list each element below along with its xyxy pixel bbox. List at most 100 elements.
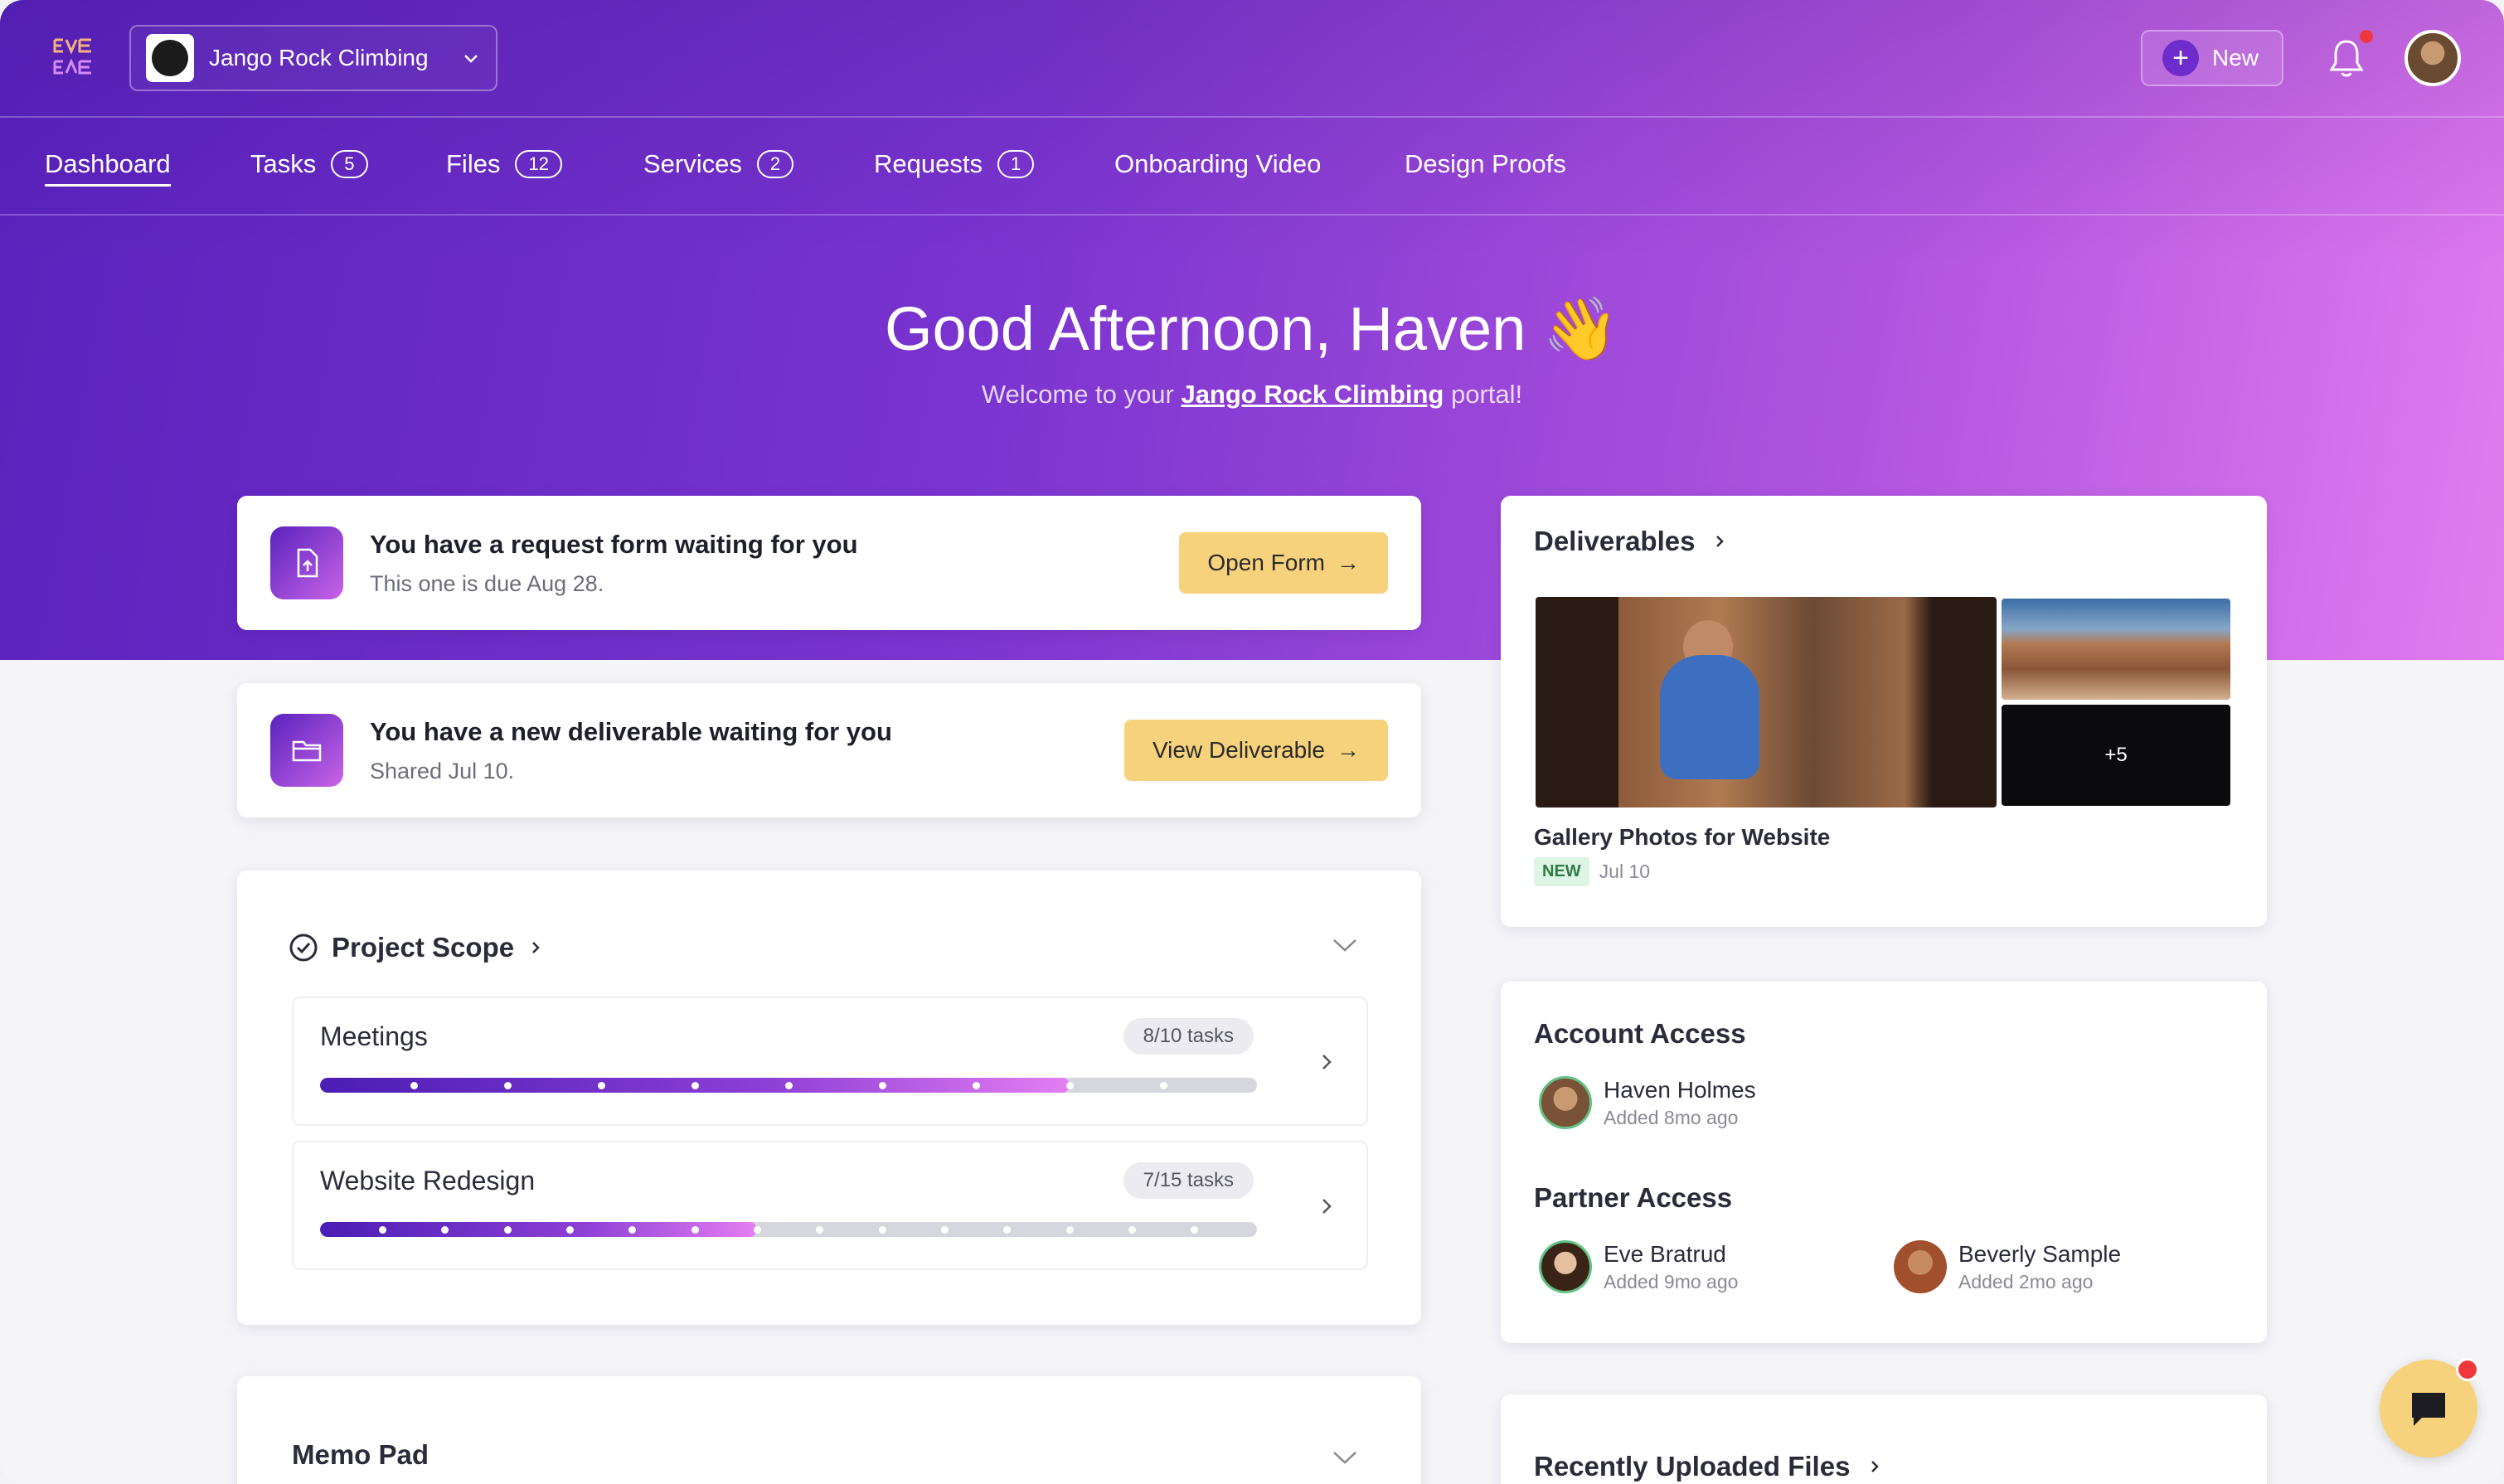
deliverables-header[interactable]: Deliverables <box>1534 526 1728 557</box>
section-title: Partner Access <box>1534 1182 1733 1213</box>
open-form-button[interactable]: Open Form → <box>1179 532 1388 594</box>
chevron-down-icon <box>464 55 478 63</box>
scope-name: Meetings <box>320 1021 428 1051</box>
client-switcher[interactable]: Jango Rock Climbing <box>129 25 497 91</box>
project-scope-header[interactable]: Project Scope <box>289 932 544 963</box>
welcome-text: Welcome to your Jango Rock Climbing port… <box>0 380 2504 410</box>
tab-label: Onboarding Video <box>1114 149 1322 178</box>
partner-user[interactable]: Beverly Sample Added 2mo ago <box>1894 1240 2121 1293</box>
folder-icon <box>270 714 343 787</box>
progress-step-dot <box>597 1082 605 1089</box>
section-title: Account Access <box>1534 1018 1746 1049</box>
section-title: Recently Uploaded Files <box>1534 1451 1851 1482</box>
progress-step-dot <box>878 1082 886 1089</box>
new-button-label: New <box>2212 45 2259 70</box>
new-button[interactable]: + New <box>2141 30 2283 86</box>
tab-label: Design Proofs <box>1405 149 1566 178</box>
progress-track <box>320 1222 1257 1237</box>
bell-icon[interactable] <box>2327 36 2366 80</box>
workspace-logo-icon[interactable] <box>50 33 96 80</box>
scope-row-meetings[interactable]: Meetings 8/10 tasks <box>292 997 1368 1126</box>
progress-step-dot <box>378 1226 386 1234</box>
project-scope-card: Project Scope Meetings 8/10 tasks Websit… <box>237 871 1421 1325</box>
user-name: Haven Holmes <box>1604 1076 1756 1103</box>
progress-step-dot <box>410 1082 418 1089</box>
user-avatar[interactable] <box>2405 30 2461 86</box>
access-card: Account Access Haven Holmes Added 8mo ag… <box>1501 982 2267 1343</box>
user-added: Added 9mo ago <box>1604 1270 1739 1292</box>
deliverable-title[interactable]: Gallery Photos for Website <box>1534 824 1830 851</box>
notice-subtitle: Shared Jul 10. <box>370 758 515 783</box>
progress-step-dot <box>1065 1082 1074 1089</box>
check-circle-icon <box>289 934 318 962</box>
request-form-notice: You have a request form waiting for you … <box>237 496 1421 630</box>
top-bar: Jango Rock Climbing + New <box>0 0 2504 118</box>
account-user[interactable]: Haven Holmes Added 8mo ago <box>1539 1076 1756 1129</box>
section-title: Project Scope <box>332 932 515 963</box>
notification-dot <box>2360 30 2373 43</box>
tab-onboarding-video[interactable]: Onboarding Video <box>1114 149 1321 179</box>
progress-step-dot <box>972 1082 980 1089</box>
notice-subtitle: This one is due Aug 28. <box>370 570 604 596</box>
progress-step-dot <box>940 1226 949 1234</box>
progress-step-dot <box>753 1226 761 1234</box>
user-added: Added 8mo ago <box>1604 1106 1739 1128</box>
progress-step-dot <box>1159 1082 1167 1089</box>
chevron-right-icon <box>1716 536 1725 547</box>
tab-services[interactable]: Services 2 <box>643 149 794 179</box>
recent-files-header[interactable]: Recently Uploaded Files <box>1534 1451 1883 1482</box>
notice-title: You have a new deliverable waiting for y… <box>370 716 892 746</box>
memo-pad-card: Memo Pad <box>237 1376 1421 1484</box>
welcome-suffix: portal! <box>1451 380 1523 409</box>
tab-requests[interactable]: Requests 1 <box>874 149 1035 179</box>
progress-step-dot <box>691 1226 699 1234</box>
collapse-chevron-icon[interactable] <box>1332 937 1358 953</box>
tab-label: Requests <box>874 149 983 178</box>
avatar <box>1894 1240 1947 1293</box>
user-name: Beverly Sample <box>1958 1240 2122 1267</box>
tab-design-proofs[interactable]: Design Proofs <box>1405 149 1566 179</box>
client-logo <box>146 34 194 82</box>
arrow-right-icon: → <box>1337 737 1360 763</box>
chat-bubble-icon <box>2412 1393 2445 1426</box>
chat-notification-dot <box>2456 1358 2479 1381</box>
tab-tasks[interactable]: Tasks 5 <box>250 149 368 179</box>
count-badge: 12 <box>515 150 562 178</box>
progress-step-dot <box>878 1226 886 1234</box>
scope-row-website-redesign[interactable]: Website Redesign 7/15 tasks <box>292 1141 1368 1270</box>
section-title: Memo Pad <box>292 1439 429 1470</box>
progress-step-dot <box>503 1226 512 1234</box>
avatar <box>1539 1240 1592 1293</box>
gallery-thumbnail[interactable] <box>2002 599 2230 700</box>
client-name: Jango Rock Climbing <box>209 45 429 70</box>
progress-step-dot <box>784 1082 793 1089</box>
deliverable-date: Jul 10 <box>1599 861 1651 882</box>
user-name: Eve Bratrud <box>1604 1240 1726 1267</box>
task-count-badge: 7/15 tasks <box>1123 1162 1254 1199</box>
tab-label: Services <box>643 149 742 178</box>
progress-step-dot <box>691 1082 699 1089</box>
progress-step-dot <box>1128 1226 1136 1234</box>
main-nav: Dashboard Tasks 5 Files 12 Services 2 Re… <box>0 118 2504 216</box>
gallery-main-image[interactable] <box>1536 597 1997 807</box>
progress-step-dot <box>503 1082 512 1089</box>
portal-link[interactable]: Jango Rock Climbing <box>1181 380 1444 409</box>
chevron-right-icon <box>1871 1461 1880 1472</box>
count-badge: 5 <box>331 150 368 178</box>
tab-dashboard[interactable]: Dashboard <box>45 149 171 187</box>
progress-track <box>320 1078 1257 1093</box>
recent-files-card: Recently Uploaded Files <box>1501 1394 2267 1484</box>
photo-subject-body <box>1660 655 1759 779</box>
section-title: Deliverables <box>1534 526 1696 556</box>
partner-user[interactable]: Eve Bratrud Added 9mo ago <box>1539 1240 1738 1293</box>
chevron-right-icon <box>1322 1055 1332 1069</box>
tab-files[interactable]: Files 12 <box>446 149 562 179</box>
collapse-chevron-icon[interactable] <box>1332 1449 1358 1466</box>
notice-title: You have a request form waiting for you <box>370 529 858 559</box>
progress-step-dot <box>816 1226 824 1234</box>
count-badge: 1 <box>997 150 1035 178</box>
gallery-more-thumbnail[interactable]: +5 <box>2002 705 2230 806</box>
view-deliverable-button[interactable]: View Deliverable → <box>1123 720 1388 781</box>
welcome-prefix: Welcome to your <box>981 380 1174 409</box>
greeting-heading: Good Afternoon, Haven 👋 <box>884 294 1620 363</box>
